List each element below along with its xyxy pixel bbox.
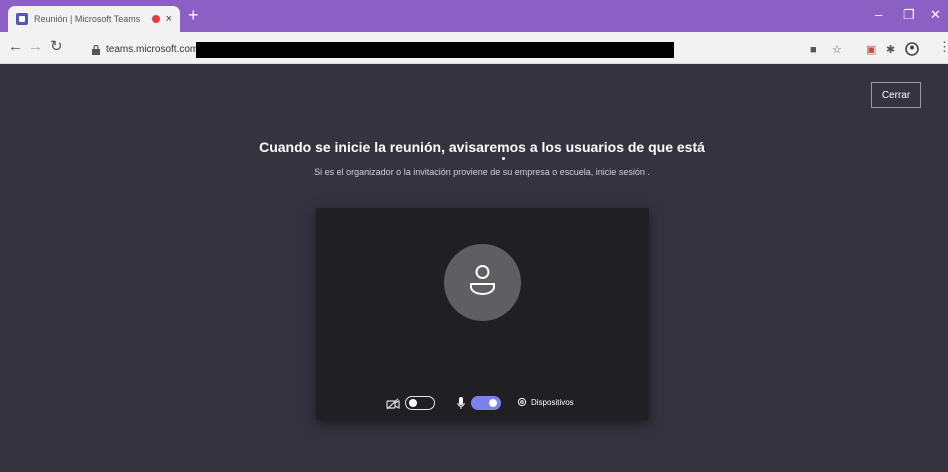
camera-toggle-knob xyxy=(409,399,417,407)
tab-title: Reunión | Microsoft Teams xyxy=(34,14,141,24)
close-button[interactable]: Cerrar xyxy=(871,82,921,108)
reload-icon[interactable]: ↻ xyxy=(50,38,63,56)
page-title: Cuando se inicie la reunión, avisaremos … xyxy=(259,139,705,155)
recording-indicator-icon xyxy=(151,15,160,23)
url-text[interactable]: teams.microsoft.com/ xyxy=(106,42,201,58)
camera-off-icon xyxy=(386,398,400,410)
camera-toggle[interactable] xyxy=(405,396,435,410)
back-icon[interactable]: ← xyxy=(8,38,23,56)
new-tab-button[interactable]: + xyxy=(188,5,199,25)
microphone-toggle[interactable] xyxy=(471,396,501,410)
restore-button[interactable]: ❐ xyxy=(903,6,915,24)
minimize-button[interactable]: – xyxy=(875,6,882,24)
menu-icon[interactable]: ⋮ xyxy=(938,40,948,53)
microphone-icon xyxy=(457,397,465,409)
person-icon xyxy=(470,265,495,295)
devices-button[interactable]: Dispositivos xyxy=(517,397,574,407)
title-overflow-dot xyxy=(502,157,505,160)
teams-logo-icon xyxy=(16,13,28,25)
camera-icon[interactable]: ■ xyxy=(810,44,817,56)
profile-icon[interactable] xyxy=(905,42,919,56)
lock-icon xyxy=(92,45,100,55)
extension-icon[interactable]: ▣ xyxy=(866,44,876,56)
microphone-toggle-knob xyxy=(489,399,497,407)
browser-titlebar: Reunión | Microsoft Teams × + – ❐ ✕ xyxy=(0,0,948,32)
forward-icon[interactable]: → xyxy=(28,38,43,56)
redacted-url-block xyxy=(196,42,674,58)
sign-in-hint: Si es el organizador o la invitación pro… xyxy=(314,167,650,177)
browser-tab[interactable]: Reunión | Microsoft Teams × xyxy=(8,6,180,32)
puzzle-icon[interactable]: ✱ xyxy=(886,44,895,56)
devices-label: Dispositivos xyxy=(531,397,574,407)
gear-icon xyxy=(517,397,527,407)
star-icon[interactable]: ☆ xyxy=(832,44,842,56)
window-close-button[interactable]: ✕ xyxy=(930,6,941,24)
avatar xyxy=(444,244,521,321)
tab-close-icon[interactable]: × xyxy=(166,13,172,25)
